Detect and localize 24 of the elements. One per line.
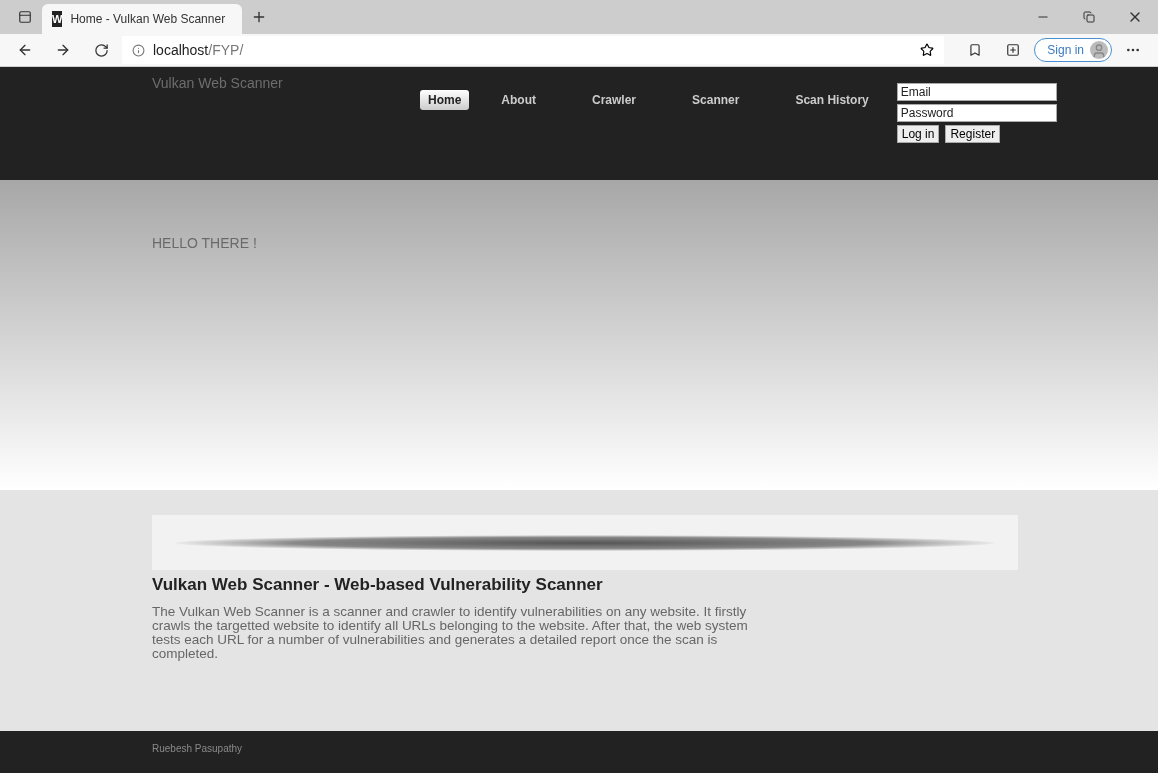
content-paragraph: The Vulkan Web Scanner is a scanner and crawler to identify vulnerabilities on any website. It firstly crawls the targetted website to identify all URLs belonging to the website. After that, the web system tests each URL for a number of vulnerabilities and generates a detailed report once the scan is completed. [152,605,749,661]
email-field[interactable]: Email [896,83,1057,101]
footer-author: Ruebesh Pasupathy [152,743,244,754]
url-host: localhost [153,42,209,58]
nav-link[interactable]: Crawler [584,90,645,110]
nav-link[interactable]: Scanner [684,90,748,110]
avatar-icon [1090,41,1108,59]
form-button[interactable]: Log in [896,125,940,143]
browser-tab[interactable]: W Home - Vulkan Web Scanner [42,4,242,34]
nav-link[interactable]: Home [420,90,470,110]
address-field[interactable]: localhost/FYP/ [122,36,945,64]
password-field[interactable]: Password [896,104,1057,122]
form-button[interactable]: Register [945,125,1001,143]
nav-link[interactable]: Scan History [787,90,877,110]
favicon: W [52,11,63,27]
greeting-text: HELLO THERE ! [152,235,258,251]
content-heading: Vulkan Web Scanner - Web-based Vulnerability Scanner [152,575,604,595]
url-path: /FYP/ [208,42,244,58]
site-title: Vulkan Web Scanner [152,74,284,93]
nav-link[interactable]: About [493,90,544,110]
tab-title: Home - Vulkan Web Scanner [70,12,226,26]
info-icon [132,43,145,57]
favorite-star-icon[interactable] [920,43,935,57]
sign-in-button[interactable]: Sign in [1034,38,1112,62]
